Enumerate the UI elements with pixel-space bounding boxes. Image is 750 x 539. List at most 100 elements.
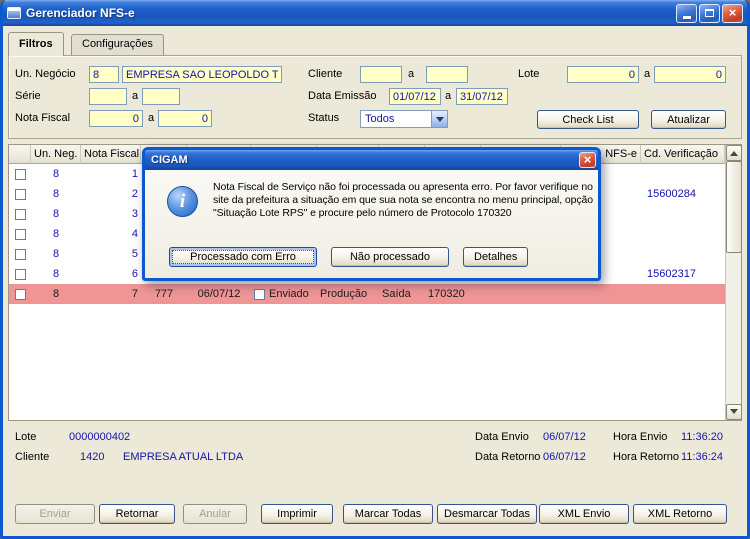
xml-envio-button[interactable]: XML Envio: [539, 504, 629, 524]
cliente-from-input[interactable]: [360, 66, 402, 83]
cell-un-neg: 8: [52, 208, 60, 220]
row-select-checkbox[interactable]: [14, 268, 26, 280]
status-label: Status: [308, 112, 340, 124]
cell-select: [9, 264, 31, 284]
row-select-checkbox[interactable]: [14, 288, 26, 300]
check-list-button[interactable]: Check List: [537, 110, 639, 129]
status-selected-value: Todos: [365, 113, 395, 125]
grid-row-7-selected[interactable]: 8 7 777 06/07/12 Enviado Produção Saída …: [9, 284, 725, 304]
info-icon: i: [167, 186, 198, 217]
cell-nfse: [561, 284, 641, 304]
nota-fiscal-from-input[interactable]: [89, 110, 143, 127]
lote-from-input[interactable]: [567, 66, 639, 83]
cell-protocolo: 170320: [428, 288, 465, 300]
enviar-button[interactable]: Enviar: [15, 504, 95, 524]
client-area: Filtros Configurações Un. Negócio Client…: [3, 26, 747, 536]
summary-data-envio-label: Data Envio: [475, 431, 529, 443]
data-emissao-to-input[interactable]: [456, 88, 508, 105]
un-negocio-code-input[interactable]: [89, 66, 119, 83]
header-cd-verificacao[interactable]: Cd. Verificação: [641, 145, 725, 164]
titlebar[interactable]: Gerenciador NFS-e ×: [3, 0, 747, 26]
cell-cd-verificacao: [641, 284, 725, 304]
imprimir-button[interactable]: Imprimir: [261, 504, 333, 524]
status-select[interactable]: Todos: [360, 110, 448, 128]
header-un-neg[interactable]: Un. Neg.: [31, 145, 81, 164]
dialog-titlebar[interactable]: CIGAM ×: [145, 150, 598, 170]
lote-range-separator: a: [644, 68, 651, 80]
cell-un-neg: 8: [52, 228, 60, 240]
dialog-close-button[interactable]: ×: [579, 152, 596, 168]
cell-nota-fiscal: 7: [131, 288, 138, 300]
scroll-down-icon: [730, 409, 738, 418]
window-controls: ×: [676, 3, 743, 23]
scroll-up-icon: [730, 147, 738, 156]
cell-un-neg: 8: [52, 288, 60, 300]
cell-un-neg: 8: [52, 188, 60, 200]
row-select-checkbox[interactable]: [14, 168, 26, 180]
tab-configuracoes[interactable]: Configurações: [71, 34, 164, 55]
tab-filtros-label: Filtros: [19, 38, 53, 50]
tab-configuracoes-label: Configurações: [82, 38, 153, 50]
serie-to-input[interactable]: [142, 88, 180, 105]
cell-nota-fiscal: 3: [131, 208, 138, 220]
cell-nota-fiscal: 4: [131, 228, 138, 240]
cell-select: [9, 244, 31, 264]
cell-cd-verificacao: 15602317: [647, 268, 696, 280]
chevron-down-icon[interactable]: [431, 111, 447, 127]
close-button[interactable]: ×: [722, 3, 743, 23]
cell-select: [9, 164, 31, 184]
dialog-title: CIGAM: [151, 154, 188, 166]
anular-button[interactable]: Anular: [183, 504, 247, 524]
summary-hora-retorno-value: 11:36:24: [681, 451, 724, 463]
dialog-message: Nota Fiscal de Serviço não foi processad…: [213, 181, 593, 219]
maximize-icon: [705, 9, 714, 17]
detalhes-button[interactable]: Detalhes: [463, 247, 529, 267]
dialog-body: i Nota Fiscal de Serviço não foi process…: [145, 170, 598, 278]
xml-retorno-button[interactable]: XML Retorno: [633, 504, 727, 524]
cell-nota-fiscal: 6: [131, 268, 138, 280]
cell-nota-fiscal: 2: [131, 188, 138, 200]
summary-cliente-code: 1420: [80, 451, 105, 463]
lote-to-input[interactable]: [654, 66, 726, 83]
retornar-button[interactable]: Retornar: [99, 504, 175, 524]
cell-cd-verificacao: [641, 224, 725, 244]
vertical-scrollbar[interactable]: [725, 145, 742, 420]
cell-cd-verificacao: 15600284: [647, 188, 696, 200]
cell-select: [9, 184, 31, 204]
row-select-checkbox[interactable]: [14, 248, 26, 260]
nota-fiscal-range-separator: a: [148, 112, 155, 124]
un-negocio-name-input[interactable]: [122, 66, 282, 83]
enviado-checkbox[interactable]: [254, 288, 265, 300]
tab-filtros[interactable]: Filtros: [8, 32, 64, 56]
cell-cd-verificacao: [641, 204, 725, 224]
cell-ambiente: Produção: [320, 288, 368, 300]
cell-cd-verificacao: [641, 164, 725, 184]
data-emissao-from-input[interactable]: [389, 88, 441, 105]
desmarcar-todas-button[interactable]: Desmarcar Todas: [437, 504, 537, 524]
row-select-checkbox[interactable]: [14, 228, 26, 240]
marcar-todas-button[interactable]: Marcar Todas: [343, 504, 433, 524]
row-select-checkbox[interactable]: [14, 208, 26, 220]
maximize-button[interactable]: [699, 3, 720, 23]
cell-select: [9, 224, 31, 244]
cigam-dialog: CIGAM × i Nota Fiscal de Serviço não foi…: [142, 147, 601, 281]
nota-fiscal-label: Nota Fiscal: [15, 112, 71, 124]
minimize-button[interactable]: [676, 3, 697, 23]
cliente-to-input[interactable]: [426, 66, 468, 83]
scroll-thumb[interactable]: [726, 161, 742, 253]
header-select[interactable]: [9, 145, 31, 164]
processado-com-erro-button[interactable]: Processado com Erro: [169, 247, 317, 267]
header-nota-fiscal[interactable]: Nota Fiscal: [81, 145, 141, 164]
serie-from-input[interactable]: [89, 88, 127, 105]
nota-fiscal-to-input[interactable]: [158, 110, 212, 127]
close-icon: ×: [728, 5, 737, 20]
minimize-icon: [682, 15, 691, 19]
cell-select: [9, 284, 31, 304]
scroll-up-button[interactable]: [726, 145, 742, 161]
scroll-down-button[interactable]: [726, 404, 742, 420]
nao-processado-button[interactable]: Não processado: [331, 247, 449, 267]
row-select-checkbox[interactable]: [14, 188, 26, 200]
app-icon: [7, 7, 21, 19]
gerenciador-nfse-window: Gerenciador NFS-e × Filtros Configuraçõe…: [0, 0, 750, 539]
atualizar-button[interactable]: Atualizar: [651, 110, 726, 129]
